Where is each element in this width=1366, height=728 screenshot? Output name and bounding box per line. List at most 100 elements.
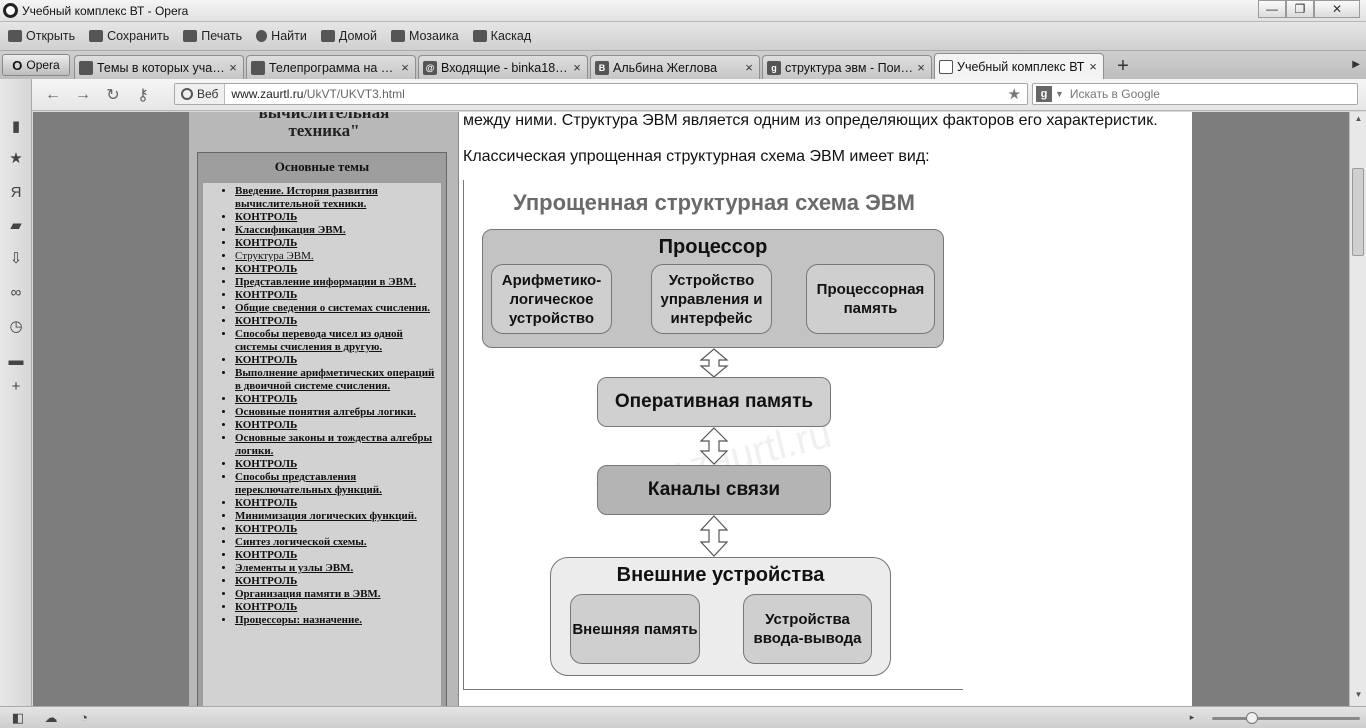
widget-icon[interactable]: ▮ xyxy=(8,119,24,135)
theme-link[interactable]: Способы представления переключательных ф… xyxy=(235,471,441,497)
tab[interactable]: Темы в которых участ... × xyxy=(74,55,244,79)
theme-link[interactable]: Синтез логической схемы. xyxy=(235,536,441,549)
paragraph: между ними. Структура ЭВМ является одним… xyxy=(463,112,1158,129)
theme-link[interactable]: Основные понятия алгебры логики. xyxy=(235,406,441,419)
cloud-icon[interactable]: ☁ xyxy=(43,710,59,725)
themes-list: Введение. История развития вычислительно… xyxy=(203,183,441,706)
bookmarks-star-icon[interactable]: ★ xyxy=(8,151,24,167)
theme-link[interactable]: КОНТРОЛЬ xyxy=(235,575,441,588)
scroll-down-icon[interactable]: ▼ xyxy=(1350,690,1366,704)
key-icon[interactable]: ⚷ xyxy=(128,85,158,105)
processor-label: Процессор xyxy=(658,236,768,258)
theme-link[interactable]: Процессоры: назначение. xyxy=(235,614,441,627)
theme-link[interactable]: КОНТРОЛЬ xyxy=(235,393,441,406)
close-tab-icon[interactable]: × xyxy=(743,60,755,75)
theme-link[interactable]: КОНТРОЛЬ xyxy=(235,211,441,224)
zoom-slider-knob[interactable] xyxy=(1246,712,1258,724)
tab[interactable]: @ Входящие - binka1808... × xyxy=(418,55,588,79)
opera-menu-button[interactable]: O Opera xyxy=(2,54,70,76)
printer-icon xyxy=(183,30,198,42)
channels-label: Каналы связи xyxy=(647,479,781,500)
yandex-icon[interactable]: Я xyxy=(8,185,24,201)
theme-link[interactable]: КОНТРОЛЬ xyxy=(235,315,441,328)
downloads-icon[interactable]: ⇩ xyxy=(8,251,24,267)
theme-link[interactable]: КОНТРОЛЬ xyxy=(235,523,441,536)
theme-link[interactable]: КОНТРОЛЬ xyxy=(235,263,441,276)
theme-link[interactable]: Представление информации в ЭВМ. xyxy=(235,276,441,289)
find-button[interactable]: Найти xyxy=(256,29,307,43)
open-button[interactable]: Открыть xyxy=(8,29,75,43)
tab-label: Входящие - binka1808... xyxy=(441,60,571,75)
theme-link[interactable]: КОНТРОЛЬ xyxy=(235,237,441,250)
zoom-slider[interactable] xyxy=(1212,717,1360,720)
window-panel-icon[interactable]: ▬ xyxy=(8,353,24,369)
site-title-line2: техника" xyxy=(288,121,360,140)
theme-link[interactable]: Классификация ЭВМ. xyxy=(235,224,441,237)
theme-link[interactable]: КОНТРОЛЬ xyxy=(235,419,441,432)
maximize-button[interactable]: ❐ xyxy=(1286,0,1314,18)
theme-link[interactable]: КОНТРОЛЬ xyxy=(235,289,441,302)
themes-heading: Основные темы xyxy=(274,159,370,174)
forward-icon[interactable]: → xyxy=(68,86,98,104)
new-tab-button[interactable]: + xyxy=(1110,55,1136,79)
tab-label: Альбина Жеглова xyxy=(613,60,718,75)
zoom-arrow-icon[interactable]: ▸ xyxy=(1184,712,1200,727)
speed-dial-icon[interactable]: ◔ xyxy=(76,710,92,725)
tab-label: Учебный комплекс ВТ xyxy=(957,59,1085,74)
search-input[interactable]: g ▼ Искать в Google xyxy=(1032,83,1358,105)
tab-active[interactable]: Учебный комплекс ВТ × xyxy=(934,53,1104,79)
scroll-up-icon[interactable]: ▲ xyxy=(1350,114,1366,128)
theme-link[interactable]: КОНТРОЛЬ xyxy=(235,497,441,510)
theme-link[interactable]: КОНТРОЛЬ xyxy=(235,458,441,471)
notes-icon[interactable]: ▰ xyxy=(8,218,24,234)
close-button[interactable]: ✕ xyxy=(1314,0,1360,18)
theme-link[interactable]: Структура ЭВМ. xyxy=(235,250,441,263)
scrollbar-thumb[interactable] xyxy=(1352,168,1364,256)
close-tab-icon[interactable]: × xyxy=(1087,59,1099,74)
double-arrow xyxy=(699,515,729,557)
theme-link[interactable]: Общие сведения о системах счисления. xyxy=(235,302,441,315)
close-tab-icon[interactable]: × xyxy=(227,60,239,75)
close-tab-icon[interactable]: × xyxy=(399,60,411,75)
theme-link[interactable]: Элементы и узлы ЭВМ. xyxy=(235,562,441,575)
home-button[interactable]: Домой xyxy=(320,29,377,43)
theme-link[interactable]: КОНТРОЛЬ xyxy=(235,549,441,562)
url-text[interactable]: www.zaurtl.ru/UkVT/UKVT3.html xyxy=(225,87,1007,101)
cascade-button[interactable]: Каскад xyxy=(472,29,531,43)
theme-link[interactable]: Способы перевода чисел из одной системы … xyxy=(235,328,441,354)
tab[interactable]: g структура эвм - Поис... × xyxy=(762,55,932,79)
tab[interactable]: В Альбина Жеглова × xyxy=(590,55,760,79)
theme-link[interactable]: Организация памяти в ЭВМ. xyxy=(235,588,441,601)
vertical-scrollbar[interactable]: ▲ ▼ xyxy=(1349,112,1366,706)
theme-link[interactable]: Выполнение арифметических операций в дво… xyxy=(235,367,441,393)
chevron-down-icon[interactable]: ▼ xyxy=(1055,89,1064,99)
save-button[interactable]: Сохранить xyxy=(89,29,169,43)
back-icon[interactable]: ← xyxy=(38,86,68,104)
close-tab-icon[interactable]: × xyxy=(915,60,927,75)
bookmark-star-icon[interactable]: ★ xyxy=(1008,85,1027,103)
opera-menu-label: Opera xyxy=(26,58,60,72)
find-label: Найти xyxy=(271,29,307,43)
theme-link[interactable]: КОНТРОЛЬ xyxy=(235,354,441,367)
panel-toggle-icon[interactable]: ◧ xyxy=(10,710,26,725)
minimize-button[interactable]: — xyxy=(1258,0,1286,18)
print-button[interactable]: Печать xyxy=(183,29,242,43)
status-bar: ◧ ☁ ◔ ▸ xyxy=(0,706,1366,728)
page-viewport: вычислительная техника" Основные темы Вв… xyxy=(33,112,1349,706)
tile-button[interactable]: Мозаика xyxy=(390,29,459,43)
double-arrow xyxy=(699,348,729,378)
add-panel-icon[interactable]: + xyxy=(8,379,24,395)
close-tab-icon[interactable]: × xyxy=(571,60,583,75)
theme-link[interactable]: Введение. История развития вычислительно… xyxy=(235,185,441,211)
tab[interactable]: Телепрограмма на се... × xyxy=(246,55,416,79)
web-badge[interactable]: Веб xyxy=(175,84,226,104)
links-icon[interactable]: ∞ xyxy=(8,285,24,301)
theme-link[interactable]: Основные законы и тождества алгебры логи… xyxy=(235,432,441,458)
reload-icon[interactable]: ↻ xyxy=(98,85,128,105)
theme-link[interactable]: КОНТРОЛЬ xyxy=(235,601,441,614)
window-controls: — ❐ ✕ xyxy=(1258,0,1360,18)
theme-link[interactable]: Минимизация логических функций. xyxy=(235,510,441,523)
history-icon[interactable]: ◷ xyxy=(8,319,24,335)
address-field[interactable]: Веб www.zaurtl.ru/UkVT/UKVT3.html ★ xyxy=(174,83,1028,105)
tab-scroll-icon[interactable]: ▶ xyxy=(1352,59,1360,70)
